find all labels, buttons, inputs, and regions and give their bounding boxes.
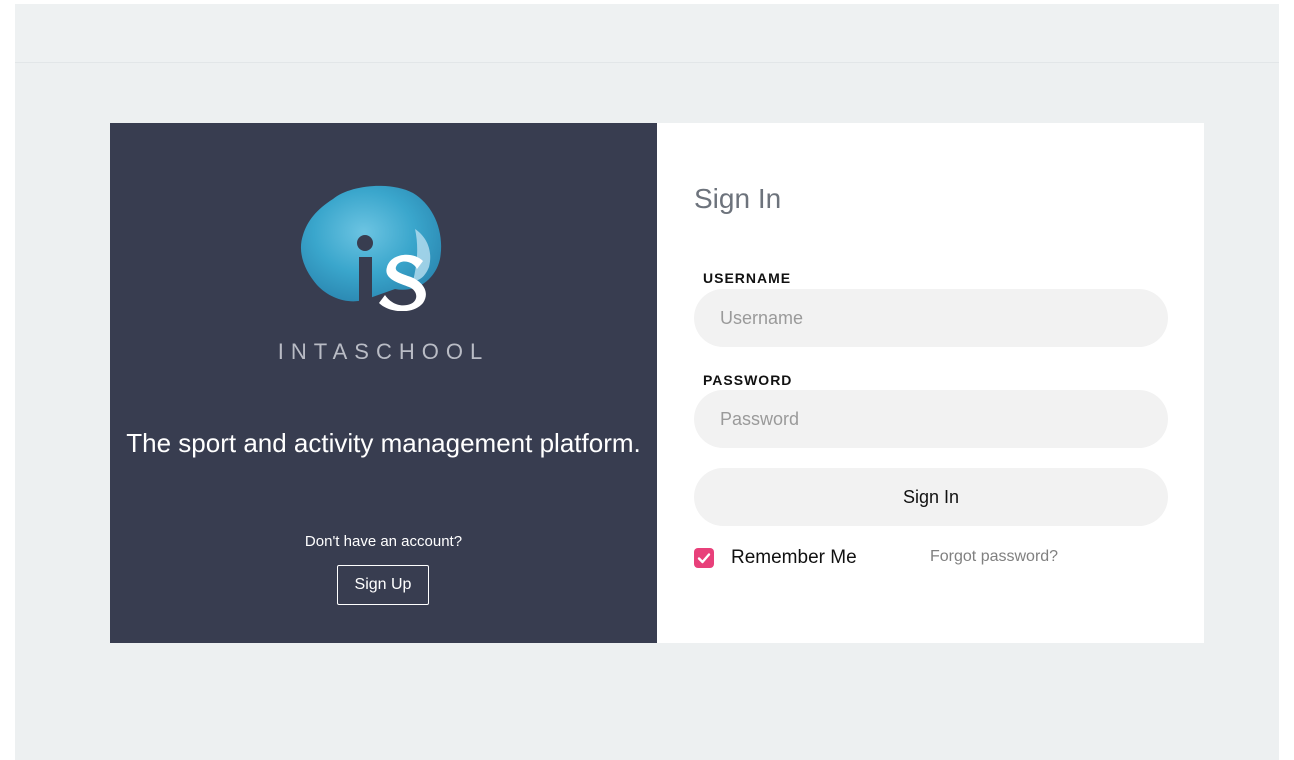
username-input[interactable] (694, 289, 1168, 347)
sign-in-button[interactable]: Sign In (694, 468, 1168, 526)
password-input[interactable] (694, 390, 1168, 448)
password-label: PASSWORD (703, 372, 793, 388)
top-bar (15, 4, 1279, 63)
tagline: The sport and activity management platfo… (126, 428, 641, 458)
remember-me-checkbox[interactable] (694, 548, 714, 568)
checkmark-icon (697, 553, 711, 564)
username-label: USERNAME (703, 270, 792, 286)
intaschool-logo-icon (300, 185, 442, 311)
sign-up-button[interactable]: Sign Up (337, 565, 429, 605)
login-card: INTASCHOOL The sport and activity manage… (110, 123, 1204, 643)
page-background: INTASCHOOL The sport and activity manage… (15, 4, 1279, 760)
forgot-password-link[interactable]: Forgot password? (930, 548, 1058, 566)
brand-name: INTASCHOOL (277, 339, 490, 364)
sign-in-panel: Sign In USERNAME PASSWORD Sign In Rememb… (657, 123, 1204, 643)
remember-me-label[interactable]: Remember Me (731, 547, 857, 569)
no-account-prompt: Don't have an account? (304, 533, 463, 550)
sign-in-title: Sign In (694, 183, 782, 214)
remember-me-row: Remember Me (694, 547, 857, 569)
brand-panel: INTASCHOOL The sport and activity manage… (110, 123, 657, 643)
